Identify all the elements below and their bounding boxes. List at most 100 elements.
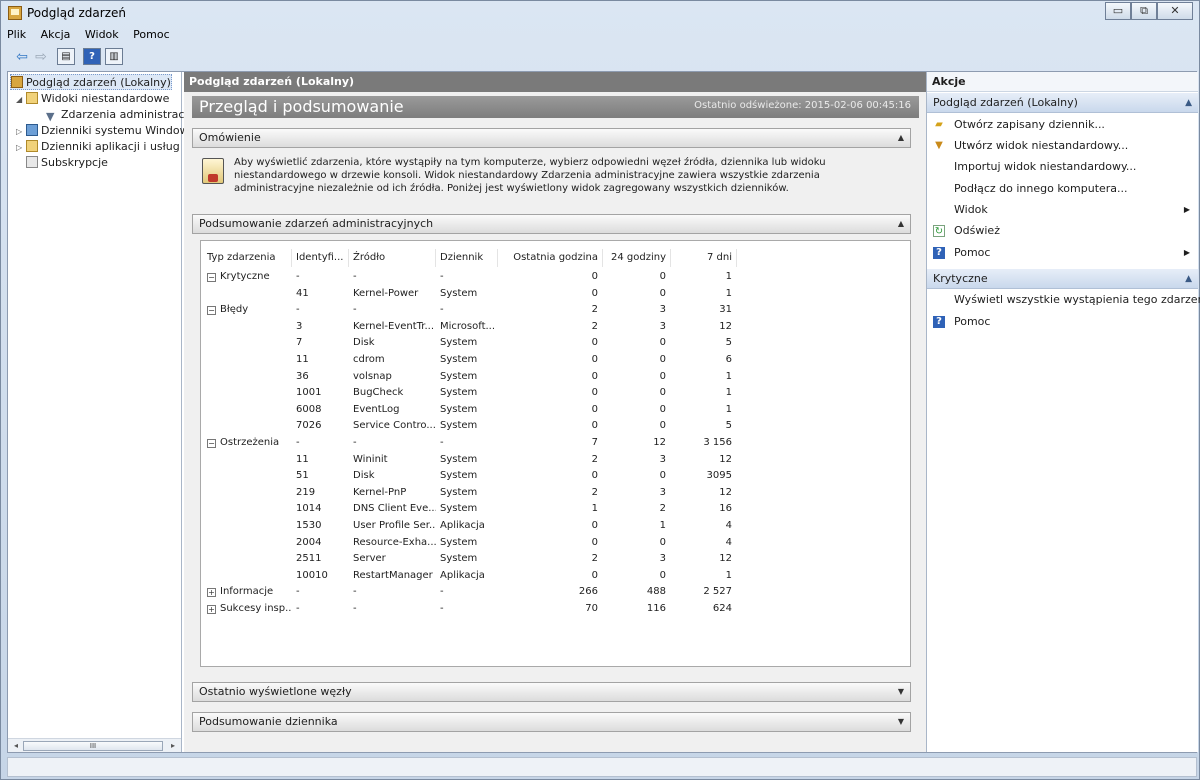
- table-row[interactable]: 2511 Server System 2 3 12: [201, 551, 910, 567]
- show-hide-tree-icon[interactable]: ▤: [57, 48, 75, 65]
- expand-arrow-icon[interactable]: ▼: [898, 683, 904, 701]
- collapse-arrow-icon[interactable]: ▲: [898, 129, 904, 147]
- table-row[interactable]: − Krytyczne - - -0 0 1: [201, 269, 910, 285]
- expand-plus-icon[interactable]: +: [207, 588, 216, 598]
- scroll-right-arrow-icon[interactable]: ▸: [167, 739, 179, 752]
- title-bar: Podgląd zdarzeń ▭ ⧉ ✕: [1, 1, 1199, 25]
- column-header[interactable]: Identyfi...: [292, 249, 349, 267]
- last-hour-cell: 2: [498, 485, 598, 501]
- expand-arrow-icon[interactable]: ▷: [16, 140, 26, 156]
- scroll-thumb[interactable]: III: [23, 741, 163, 751]
- event-type-cell: [207, 418, 292, 434]
- table-row[interactable]: 6008 EventLog System 0 0 1: [201, 402, 910, 418]
- tree-item-custom-views[interactable]: ◢ Widoki niestandardowe: [16, 91, 169, 107]
- column-header[interactable]: 7 dni: [671, 249, 737, 267]
- expand-plus-icon[interactable]: +: [207, 605, 216, 614]
- forward-arrow-icon[interactable]: ⇨: [30, 48, 52, 66]
- last-7d-cell: 12: [671, 319, 732, 335]
- action-help-critical[interactable]: ? Pomoc: [927, 312, 1198, 332]
- table-row[interactable]: 2004 Resource-Exha... System 0 0 4: [201, 535, 910, 551]
- minimize-button[interactable]: ▭: [1105, 2, 1131, 20]
- table-row[interactable]: − Błędy - - -2 3 31: [201, 302, 910, 318]
- cell-text: 3: [659, 553, 666, 565]
- menu-file[interactable]: Plik: [7, 28, 26, 41]
- action-refresh[interactable]: ↻ Odśwież: [927, 221, 1198, 241]
- collapse-arrow-icon[interactable]: ▲: [1185, 93, 1192, 113]
- help-icon[interactable]: ?: [83, 48, 101, 65]
- scroll-left-arrow-icon[interactable]: ◂: [10, 739, 22, 752]
- table-row[interactable]: 51 Disk System 0 0 3095: [201, 468, 910, 484]
- show-hide-action-pane-icon[interactable]: ▥: [105, 48, 123, 65]
- tree-item-app-logs[interactable]: ▷ Dzienniki aplikacji i usług: [16, 139, 180, 155]
- column-header[interactable]: Typ zdarzenia: [203, 249, 292, 267]
- table-row[interactable]: 219 Kernel-PnP System 2 3 12: [201, 485, 910, 501]
- action-import-custom-view[interactable]: Importuj widok niestandardowy...: [927, 157, 1198, 177]
- action-view[interactable]: Widok ▶: [927, 200, 1198, 220]
- last-hour-cell: 2: [498, 302, 598, 318]
- tree-item-root[interactable]: Podgląd zdarzeń (Lokalny): [10, 74, 172, 90]
- collapse-arrow-icon[interactable]: ▲: [898, 215, 904, 233]
- table-row[interactable]: 1014 DNS Client Eve... System 1 2 16: [201, 501, 910, 517]
- action-create-custom-view[interactable]: ▼ Utwórz widok niestandardowy...: [927, 136, 1198, 156]
- table-row[interactable]: 41 Kernel-Power System 0 0 1: [201, 286, 910, 302]
- cell-text: -: [440, 586, 444, 598]
- event-id-cell: -: [296, 269, 349, 285]
- menu-view[interactable]: Widok: [85, 28, 119, 41]
- expand-arrow-icon[interactable]: ▷: [16, 124, 26, 140]
- table-row[interactable]: + Sukcesy insp... - - -70 116 624: [201, 601, 910, 617]
- menu-action[interactable]: Akcja: [41, 28, 71, 41]
- source-cell: User Profile Ser...: [353, 518, 436, 534]
- column-header[interactable]: 24 godziny: [603, 249, 671, 267]
- table-row[interactable]: 1001 BugCheck System 0 0 1: [201, 385, 910, 401]
- table-row[interactable]: 7026 Service Contro... System 0 0 5: [201, 418, 910, 434]
- collapse-minus-icon[interactable]: −: [207, 306, 216, 316]
- column-header[interactable]: Ostatnia godzina: [498, 249, 603, 267]
- tree-horizontal-scrollbar[interactable]: ◂ III ▸: [8, 738, 181, 752]
- column-header[interactable]: Źródło: [349, 249, 436, 267]
- table-row[interactable]: + Informacje - - - 266 488 2 527: [201, 584, 910, 600]
- close-button[interactable]: ✕: [1157, 2, 1193, 20]
- cell-text: Aplikacja: [440, 569, 485, 581]
- summary-section-header[interactable]: Podsumowanie zdarzeń administracyjnych ▲: [192, 214, 911, 234]
- source-cell: Disk: [353, 468, 436, 484]
- tree-item-windows-logs[interactable]: ▷ Dzienniki systemu Windows: [16, 123, 194, 139]
- collapse-minus-icon[interactable]: −: [207, 273, 216, 282]
- cell-text: 0: [591, 569, 598, 581]
- last-7d-cell: 1: [671, 369, 732, 385]
- action-help[interactable]: ? Pomoc ▶: [927, 243, 1198, 263]
- table-row[interactable]: 10010 RestartManager Aplikacja 0 0 1: [201, 568, 910, 584]
- event-id-cell: 41: [296, 286, 349, 302]
- action-connect-computer[interactable]: Podłącz do innego komputera...: [927, 179, 1198, 199]
- recent-nodes-section-header[interactable]: Ostatnio wyświetlone węzły ▼: [192, 682, 911, 702]
- cell-text: 1: [725, 271, 732, 282]
- log-summary-section-header[interactable]: Podsumowanie dziennika ▼: [192, 712, 911, 732]
- action-label: Pomoc: [954, 246, 991, 259]
- column-header[interactable]: Dziennik: [436, 249, 498, 267]
- actions-group-local[interactable]: Podgląd zdarzeń (Lokalny) ▲: [927, 93, 1198, 113]
- menu-help[interactable]: Pomoc: [133, 28, 169, 41]
- collapse-arrow-icon[interactable]: ◢: [16, 92, 26, 108]
- action-open-saved-log[interactable]: ▰ Otwórz zapisany dziennik...: [927, 115, 1198, 135]
- cell-text: 31: [719, 304, 732, 316]
- expand-arrow-icon[interactable]: ▼: [898, 713, 904, 731]
- cell-text: EventLog: [353, 403, 400, 415]
- cell-text: 0: [659, 420, 666, 432]
- section-title: Podsumowanie dziennika: [199, 715, 338, 728]
- table-row[interactable]: 7 Disk System 0 0 5: [201, 335, 910, 351]
- last-hour-cell: 0: [498, 535, 598, 551]
- table-row[interactable]: − Ostrzeżenia - - -7 12 3 156: [201, 435, 910, 451]
- table-row[interactable]: 36 volsnap System 0 0 1: [201, 369, 910, 385]
- maximize-button[interactable]: ⧉: [1131, 2, 1157, 20]
- overview-section-header[interactable]: Omówienie ▲: [192, 128, 911, 148]
- table-row[interactable]: 11 cdrom System 0 0 6: [201, 352, 910, 368]
- actions-group-critical[interactable]: Krytyczne ▲: [927, 269, 1198, 289]
- collapse-minus-icon[interactable]: −: [207, 439, 216, 448]
- table-row[interactable]: 11 Wininit System 2 3 12: [201, 452, 910, 468]
- tree-item-subscriptions[interactable]: Subskrypcje: [26, 155, 108, 171]
- collapse-arrow-icon[interactable]: ▲: [1185, 269, 1192, 289]
- log-cell: System: [440, 335, 498, 351]
- action-label: Importuj widok niestandardowy...: [954, 160, 1137, 173]
- table-row[interactable]: 1530 User Profile Ser... Aplikacja 0 1 4: [201, 518, 910, 534]
- table-row[interactable]: 3 Kernel-EventTr... Microsoft... 2 3 12: [201, 319, 910, 335]
- action-show-all-occurrences[interactable]: Wyświetl wszystkie wystąpienia tego zdar…: [927, 290, 1200, 310]
